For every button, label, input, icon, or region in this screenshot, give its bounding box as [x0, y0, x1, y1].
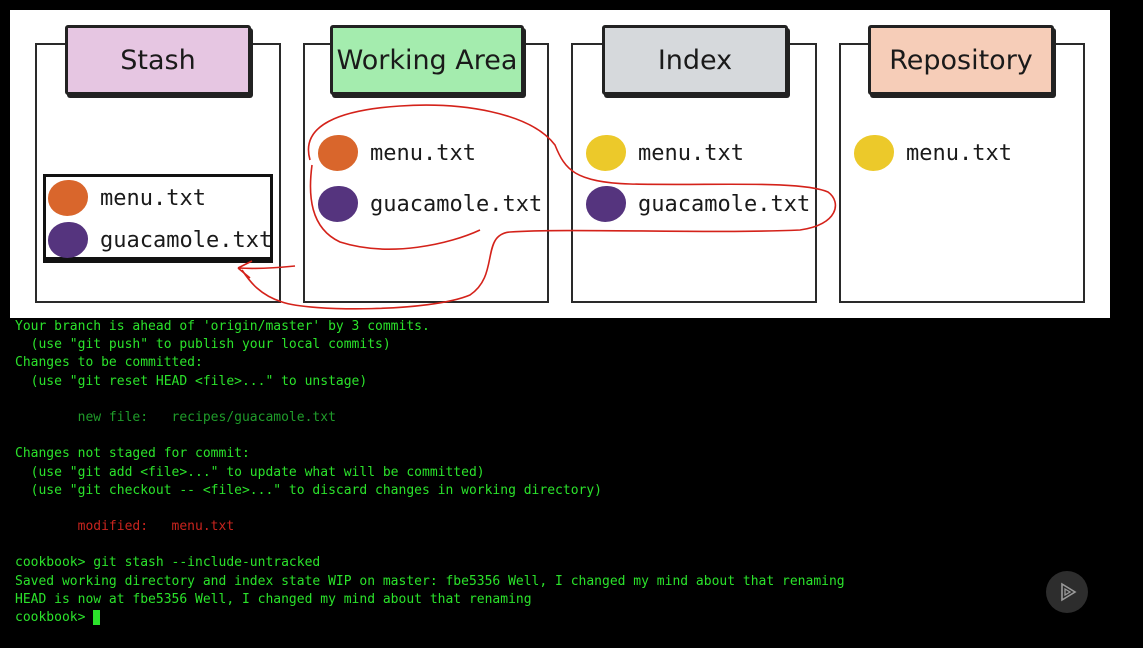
terminal-line: (use "git push" to publish your local co… — [15, 337, 391, 353]
terminal-line: cookbook> git stash --include-untracked — [15, 555, 321, 571]
terminal-line: (use "git checkout -- <file>..." to disc… — [15, 482, 602, 498]
git-areas-diagram: Stash menu.txt guacamole.txt Working Are… — [10, 10, 1110, 318]
index-title: Index — [602, 25, 788, 95]
orange-blob-icon — [48, 180, 88, 216]
file-name: guacamole.txt — [100, 227, 273, 253]
index-file-guacamole: guacamole.txt — [586, 186, 810, 222]
terminal-line: Your branch is ahead of 'origin/master' … — [15, 319, 430, 334]
terminal-output[interactable]: Your branch is ahead of 'origin/master' … — [10, 318, 1110, 628]
working-file-menu: menu.txt — [318, 135, 476, 171]
file-name: guacamole.txt — [370, 191, 543, 217]
repository-title: Repository — [868, 25, 1054, 95]
stash-file-guacamole: guacamole.txt — [48, 222, 272, 258]
file-name: menu.txt — [906, 140, 1012, 166]
terminal-line: new file: recipes/guacamole.txt — [15, 409, 336, 425]
stash-title: Stash — [65, 25, 251, 95]
stash-file-menu: menu.txt — [48, 180, 206, 216]
yellow-blob-icon — [854, 135, 894, 171]
terminal-line: Changes to be committed: — [15, 355, 203, 371]
terminal-line: Changes not staged for commit: — [15, 446, 250, 462]
purple-blob-icon — [318, 186, 358, 222]
purple-blob-icon — [48, 222, 88, 258]
terminal-line: (use "git add <file>..." to update what … — [15, 464, 485, 480]
terminal-line: Saved working directory and index state … — [15, 573, 845, 589]
working-file-guacamole: guacamole.txt — [318, 186, 542, 222]
play-icon — [1061, 582, 1077, 602]
working-area-title: Working Area — [330, 25, 524, 95]
terminal-prompt-line[interactable]: cookbook> — [10, 609, 1110, 627]
file-name: guacamole.txt — [638, 191, 811, 217]
file-name: menu.txt — [370, 140, 476, 166]
terminal-line: modified: menu.txt — [15, 519, 235, 535]
yellow-blob-icon — [586, 135, 626, 171]
terminal-cursor — [93, 610, 101, 625]
orange-blob-icon — [318, 135, 358, 171]
play-button[interactable] — [1046, 571, 1088, 613]
terminal-line: HEAD is now at fbe5356 Well, I changed m… — [15, 591, 532, 607]
repository-file-menu: menu.txt — [854, 135, 1012, 171]
index-file-menu: menu.txt — [586, 135, 744, 171]
file-name: menu.txt — [100, 185, 206, 211]
terminal-prompt: cookbook> — [15, 610, 94, 625]
file-name: menu.txt — [638, 140, 744, 166]
purple-blob-icon — [586, 186, 626, 222]
terminal-line: (use "git reset HEAD <file>..." to unsta… — [15, 373, 368, 389]
